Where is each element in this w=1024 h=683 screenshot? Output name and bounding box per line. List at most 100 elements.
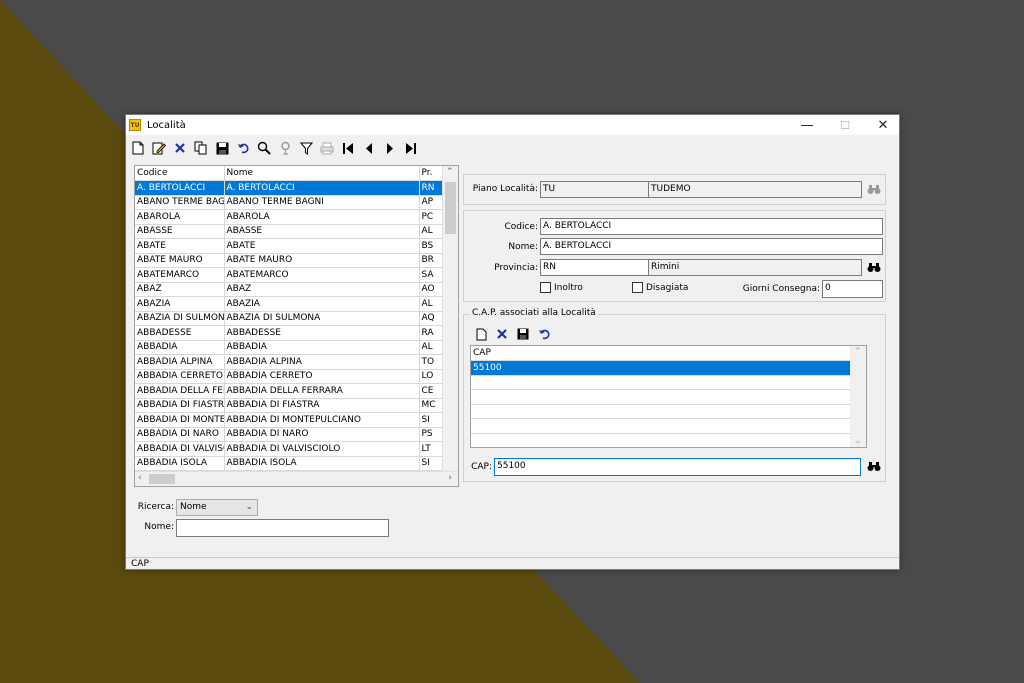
edit-icon[interactable] — [151, 140, 167, 156]
nome-field[interactable]: A. BERTOLACCI — [540, 238, 883, 255]
cell-nome[interactable]: ABATEMARCO — [224, 267, 420, 283]
table-row[interactable]: ABBADIA DI FIASTRA ABBADIA DI FIASTRA MC — [135, 398, 444, 413]
cell-nome[interactable]: ABATE MAURO — [224, 253, 420, 268]
cell-codice[interactable]: ABATEMARCO — [135, 267, 225, 283]
delete-icon[interactable] — [172, 140, 188, 156]
inoltro-checkbox-box[interactable] — [540, 282, 551, 293]
cell-cap[interactable] — [471, 389, 866, 405]
cell-codice[interactable]: ABAROLA — [135, 209, 225, 225]
cap-grid[interactable]: CAP 55100 ⌃ ⌄ — [470, 345, 867, 448]
cell-codice[interactable]: ABBADIA DI MONTEPULCIANO — [135, 412, 225, 428]
cell-codice[interactable]: ABBADESSE — [135, 325, 225, 341]
cell-cap[interactable] — [471, 404, 866, 419]
cell-provincia[interactable]: SA — [419, 267, 444, 283]
cell-provincia[interactable]: PC — [419, 209, 444, 225]
table-row[interactable]: ABATE MAURO ABATE MAURO BR — [135, 253, 444, 268]
grid-vscroll-thumb[interactable] — [445, 182, 456, 234]
cap-scroll-down-icon[interactable]: ⌄ — [854, 436, 862, 446]
cell-provincia[interactable]: BS — [419, 238, 444, 254]
cell-codice[interactable]: ABBADIA ALPINA — [135, 354, 225, 370]
cell-nome[interactable]: ABBADIA DI NARO — [224, 427, 420, 442]
cell-codice[interactable]: ABBADIA DI NARO — [135, 427, 225, 442]
scroll-up-icon[interactable]: ⌃ — [446, 167, 454, 177]
minimize-button[interactable]: — — [787, 115, 827, 135]
maximize-button[interactable]: ☐ — [825, 115, 865, 135]
cap-row[interactable]: 55100 — [471, 360, 866, 376]
cell-codice[interactable]: A. BERTOLACCI — [135, 180, 225, 196]
cell-codice[interactable]: ABAZ — [135, 282, 225, 297]
table-row[interactable]: ABAZ ABAZ AO — [135, 282, 444, 297]
table-row[interactable]: ABBADIA DI VALVISCIOLOABBADIA DI VALVISC… — [135, 441, 444, 457]
new-icon[interactable] — [130, 140, 146, 156]
cell-nome[interactable]: ABBADIA DI FIASTRA — [224, 398, 420, 413]
table-row[interactable]: ABAZIA DI SULMONA ABAZIA DI SULMONA AQ — [135, 311, 444, 326]
cell-nome[interactable]: ABBADIA ALPINA — [224, 354, 420, 370]
cell-codice[interactable]: ABAZIA — [135, 296, 225, 312]
cell-cap[interactable] — [471, 375, 866, 390]
cap-row[interactable] — [471, 389, 866, 405]
cap-row[interactable] — [471, 404, 866, 419]
grid-vertical-scrollbar[interactable]: ⌃ — [442, 166, 458, 471]
cell-nome[interactable]: A. BERTOLACCI — [224, 180, 420, 196]
cap-undo-icon[interactable] — [536, 326, 552, 342]
cell-cap[interactable] — [471, 433, 866, 447]
cell-cap[interactable] — [471, 418, 866, 434]
cap-input[interactable]: 55100 — [494, 458, 861, 476]
cell-nome[interactable]: ABBADIA DI VALVISCIOLO — [224, 441, 420, 457]
table-row[interactable]: ABAROLA ABAROLA PC — [135, 209, 444, 225]
cell-codice[interactable]: ABANO TERME BAGNI — [135, 195, 225, 210]
cell-nome[interactable]: ABAZIA — [224, 296, 420, 312]
filter-icon[interactable] — [298, 140, 314, 156]
cell-provincia[interactable]: LT — [419, 441, 444, 457]
table-row[interactable]: ABBADIA DI NARO ABBADIA DI NARO PS — [135, 427, 444, 442]
cell-codice[interactable]: ABBADIA DI VALVISCIOLO — [135, 441, 225, 457]
cell-provincia[interactable]: RA — [419, 325, 444, 341]
cell-nome[interactable]: ABBADESSE — [224, 325, 420, 341]
table-row[interactable]: ABANO TERME BAGNIABANO TERME BAGNIAP — [135, 195, 444, 210]
cell-provincia[interactable]: SI — [419, 456, 444, 471]
cell-provincia[interactable]: RN — [419, 180, 444, 196]
cap-vertical-scrollbar[interactable]: ⌃ ⌄ — [850, 346, 866, 447]
cap-lookup-binoculars-icon[interactable] — [864, 458, 884, 475]
cell-nome[interactable]: ABBADIA ISOLA — [224, 456, 420, 471]
cell-nome[interactable]: ABAZIA DI SULMONA — [224, 311, 420, 326]
print-icon[interactable] — [319, 140, 335, 156]
cell-nome[interactable]: ABANO TERME BAGNI — [224, 195, 420, 210]
cell-provincia[interactable]: AL — [419, 340, 444, 355]
giorni-consegna-field[interactable]: 0 — [822, 280, 883, 298]
cell-provincia[interactable]: BR — [419, 253, 444, 268]
cap-delete-icon[interactable] — [494, 326, 510, 342]
cap-scroll-up-icon[interactable]: ⌃ — [854, 347, 862, 357]
cap-row[interactable] — [471, 418, 866, 434]
cell-nome[interactable]: ABASSE — [224, 224, 420, 239]
cell-provincia[interactable]: AP — [419, 195, 444, 210]
column-header-cap[interactable]: CAP — [471, 346, 866, 361]
cell-codice[interactable]: ABBADIA DI FIASTRA — [135, 398, 225, 413]
cap-save-icon[interactable] — [515, 326, 531, 342]
cell-provincia[interactable]: PS — [419, 427, 444, 442]
codice-field[interactable]: A. BERTOLACCI — [540, 218, 883, 235]
cell-nome[interactable]: ABATE — [224, 238, 420, 254]
table-row[interactable]: ABBADESSE ABBADESSE RA — [135, 325, 444, 341]
grid-horizontal-scrollbar[interactable]: ‹ › — [135, 471, 458, 486]
cell-nome[interactable]: ABBADIA DI MONTEPULCIANO — [224, 412, 420, 428]
scroll-right-icon[interactable]: › — [448, 473, 452, 483]
table-row[interactable]: ABATE ABATE BS — [135, 238, 444, 254]
column-header-provincia[interactable]: Pr. — [419, 166, 444, 181]
table-row[interactable]: A. BERTOLACCI A. BERTOLACCI RN — [135, 180, 444, 196]
table-row[interactable]: ABBADIA ALPINA ABBADIA ALPINA TO — [135, 354, 444, 370]
undo-icon[interactable] — [235, 140, 251, 156]
cell-provincia[interactable]: AQ — [419, 311, 444, 326]
cell-nome[interactable]: ABBADIA DELLA FERRARA — [224, 383, 420, 399]
cell-cap[interactable]: 55100 — [471, 360, 866, 376]
provincia-code-field[interactable]: RN — [540, 259, 649, 276]
table-row[interactable]: ABBADIA DELLA FERRARAABBADIA DELLA FERRA… — [135, 383, 444, 399]
cell-provincia[interactable]: AL — [419, 224, 444, 239]
cell-provincia[interactable]: AO — [419, 282, 444, 297]
cap-row[interactable] — [471, 375, 866, 390]
cell-nome[interactable]: ABBADIA — [224, 340, 420, 355]
cell-provincia[interactable]: LO — [419, 369, 444, 384]
cell-provincia[interactable]: MC — [419, 398, 444, 413]
column-header-nome[interactable]: Nome — [224, 166, 420, 181]
localita-grid[interactable]: Codice Nome Pr. A. BERTOLACCI A. BERTOLAC… — [134, 165, 459, 487]
